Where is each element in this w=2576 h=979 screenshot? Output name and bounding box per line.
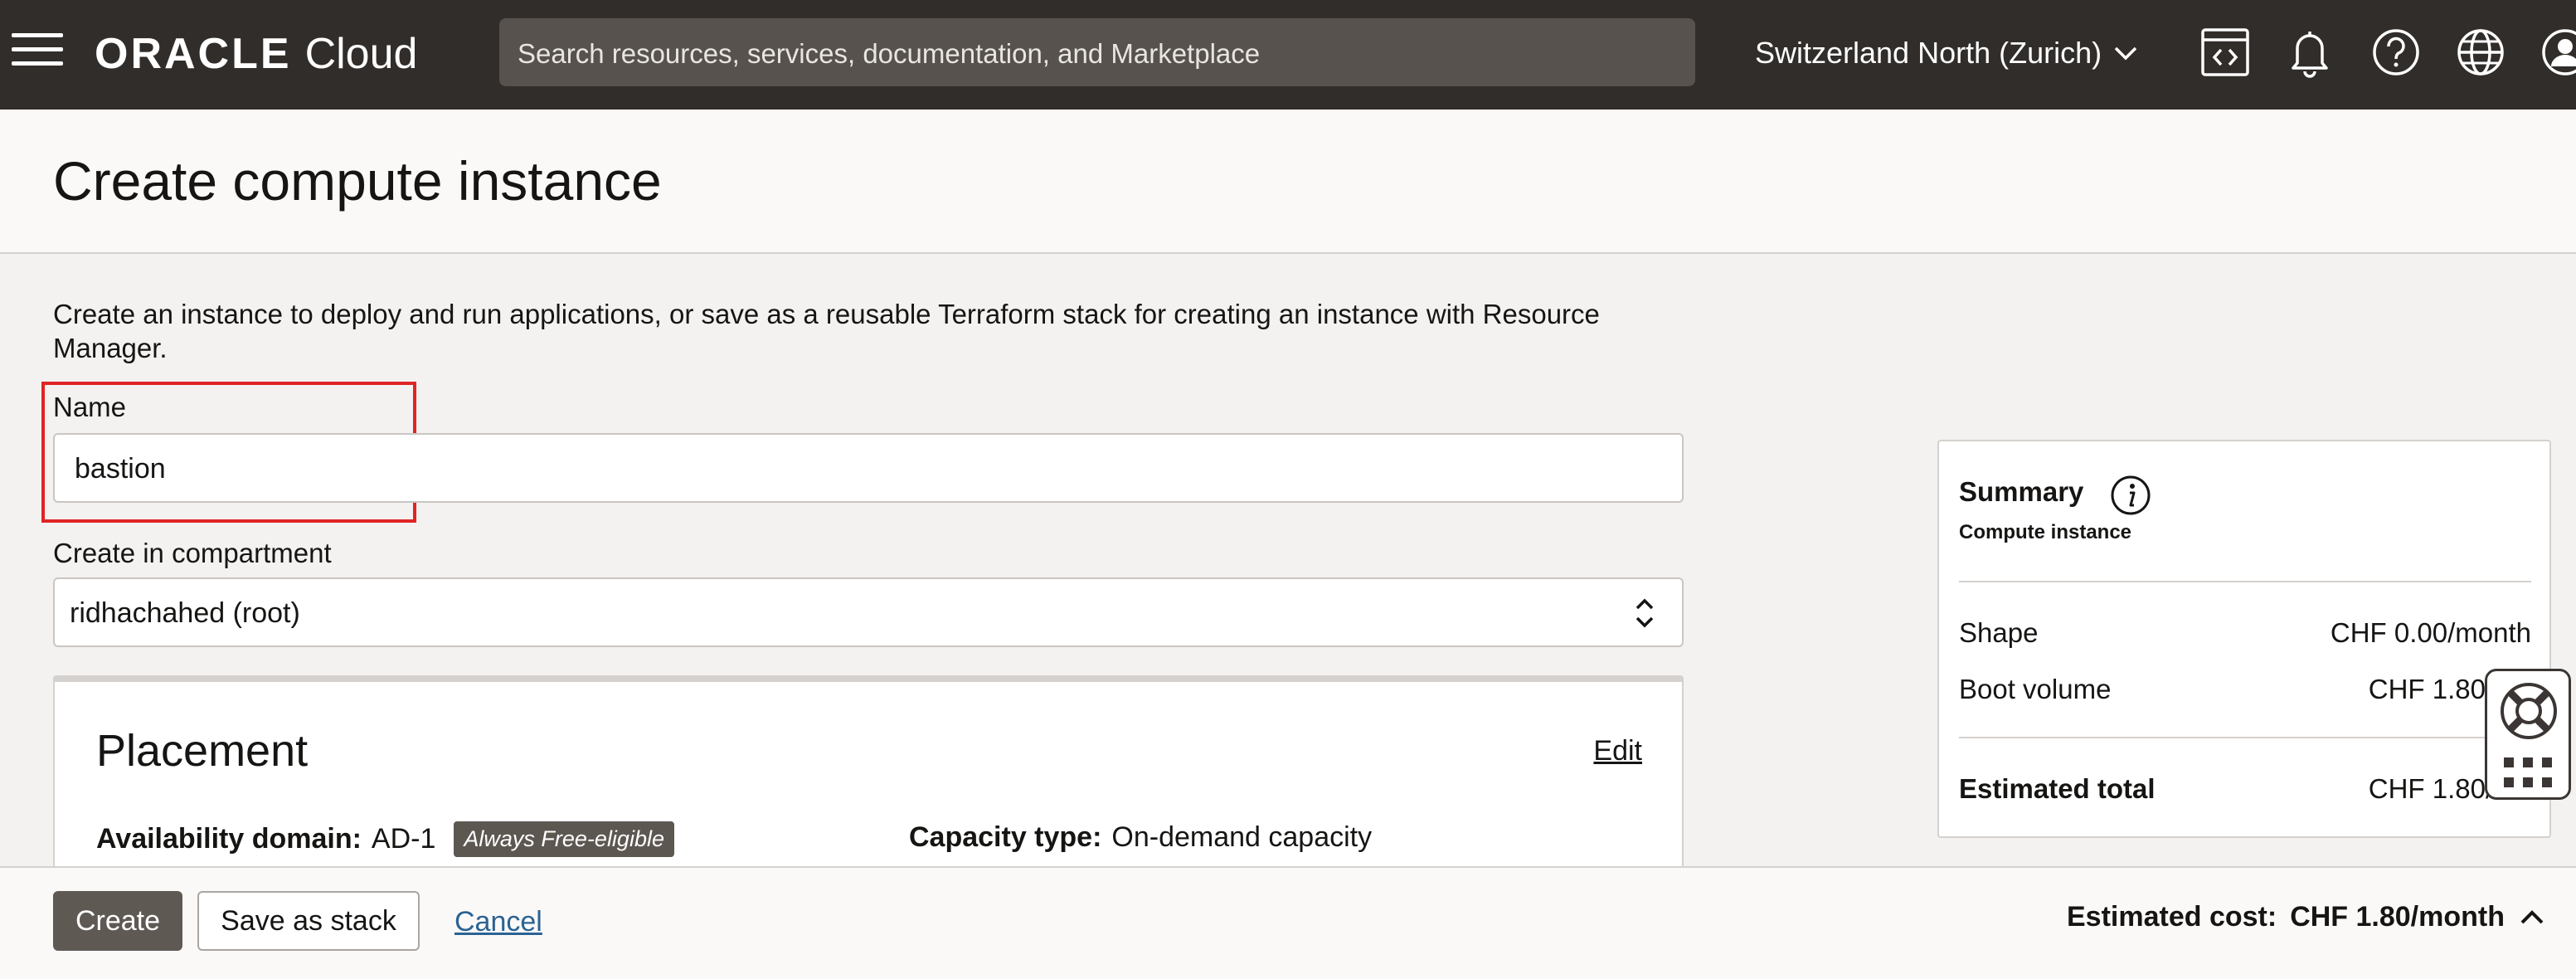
capacity-value: On-demand capacity bbox=[1111, 821, 1373, 853]
apps-grid-icon bbox=[2504, 757, 2552, 787]
chevron-up-icon bbox=[2520, 909, 2544, 923]
create-button[interactable]: Create bbox=[53, 891, 182, 951]
bell-icon[interactable] bbox=[2282, 25, 2337, 80]
logo-product: Cloud bbox=[304, 30, 418, 78]
page-header: Create compute instance bbox=[0, 110, 2576, 254]
compartment-value: ridhachahed (root) bbox=[70, 597, 300, 629]
name-label: Name bbox=[53, 392, 127, 422]
boot-volume-cost-row: Boot volume CHF 1.80/mo bbox=[1959, 674, 2531, 705]
help-icon[interactable] bbox=[2369, 25, 2423, 80]
page-description: Create an instance to deploy and run app… bbox=[53, 299, 1600, 363]
estimated-total-label: Estimated total bbox=[1959, 773, 2156, 804]
search-placeholder: Search resources, services, documentatio… bbox=[518, 38, 1261, 69]
help-widget[interactable] bbox=[2485, 669, 2571, 800]
availability-domain-row: Availability domain: AD-1 Always Free-el… bbox=[96, 821, 674, 857]
divider bbox=[1959, 581, 2531, 582]
sort-chevrons-icon bbox=[1636, 598, 1654, 628]
summary-subtitle: Compute instance bbox=[1959, 521, 2132, 543]
divider bbox=[1959, 737, 2531, 738]
name-value: bastion bbox=[75, 453, 166, 485]
always-free-badge: Always Free-eligible bbox=[454, 821, 674, 857]
estimated-cost-value: CHF 1.80/month bbox=[2290, 901, 2505, 933]
lifebuoy-icon bbox=[2501, 683, 2557, 739]
region-label: Switzerland North (Zurich) bbox=[1755, 36, 2102, 70]
top-navigation-bar: ORACLE Cloud Search resources, services,… bbox=[0, 0, 2576, 110]
name-input[interactable]: bastion bbox=[53, 433, 1684, 503]
cancel-link[interactable]: Cancel bbox=[454, 906, 542, 938]
capacity-type-row: Capacity type: On-demand capacity bbox=[909, 821, 1372, 854]
summary-title: Summary bbox=[1959, 476, 2084, 507]
shape-cost-row: Shape CHF 0.00/month bbox=[1959, 617, 2531, 649]
capacity-label: Capacity type: bbox=[909, 821, 1102, 853]
shape-value: CHF 0.00/month bbox=[2330, 617, 2531, 648]
compartment-label: Create in compartment bbox=[53, 538, 332, 568]
chevron-down-icon bbox=[2114, 46, 2137, 61]
page-title: Create compute instance bbox=[53, 150, 662, 212]
estimated-cost-label: Estimated cost: bbox=[2067, 901, 2277, 933]
info-icon[interactable] bbox=[2110, 475, 2151, 516]
summary-panel: Summary Compute instance Shape CHF 0.00/… bbox=[1937, 440, 2551, 838]
search-input[interactable]: Search resources, services, documentatio… bbox=[499, 18, 1695, 86]
oracle-cloud-logo[interactable]: ORACLE Cloud bbox=[95, 25, 417, 83]
footer-action-bar: Create Save as stack Cancel Estimated co… bbox=[0, 866, 2576, 979]
globe-icon[interactable] bbox=[2453, 25, 2508, 80]
estimated-total-row: Estimated total CHF 1.80/mo bbox=[1959, 773, 2531, 805]
shape-label: Shape bbox=[1959, 617, 2039, 648]
profile-icon[interactable] bbox=[2538, 25, 2576, 80]
logo-brand: ORACLE bbox=[95, 30, 292, 78]
compartment-select[interactable]: ridhachahed (root) bbox=[53, 577, 1684, 647]
menu-icon[interactable] bbox=[12, 33, 63, 73]
estimated-cost-toggle[interactable]: Estimated cost: CHF 1.80/month bbox=[2067, 901, 2546, 933]
region-selector[interactable]: Switzerland North (Zurich) bbox=[1755, 28, 2140, 78]
placement-edit-link[interactable]: Edit bbox=[1593, 735, 1642, 767]
ad-label: Availability domain: bbox=[96, 823, 362, 855]
boot-volume-label: Boot volume bbox=[1959, 674, 2112, 704]
developer-tools-icon[interactable] bbox=[2198, 25, 2253, 80]
placement-title: Placement bbox=[96, 726, 309, 776]
save-as-stack-button[interactable]: Save as stack bbox=[197, 891, 420, 951]
ad-value: AD-1 bbox=[371, 823, 436, 855]
